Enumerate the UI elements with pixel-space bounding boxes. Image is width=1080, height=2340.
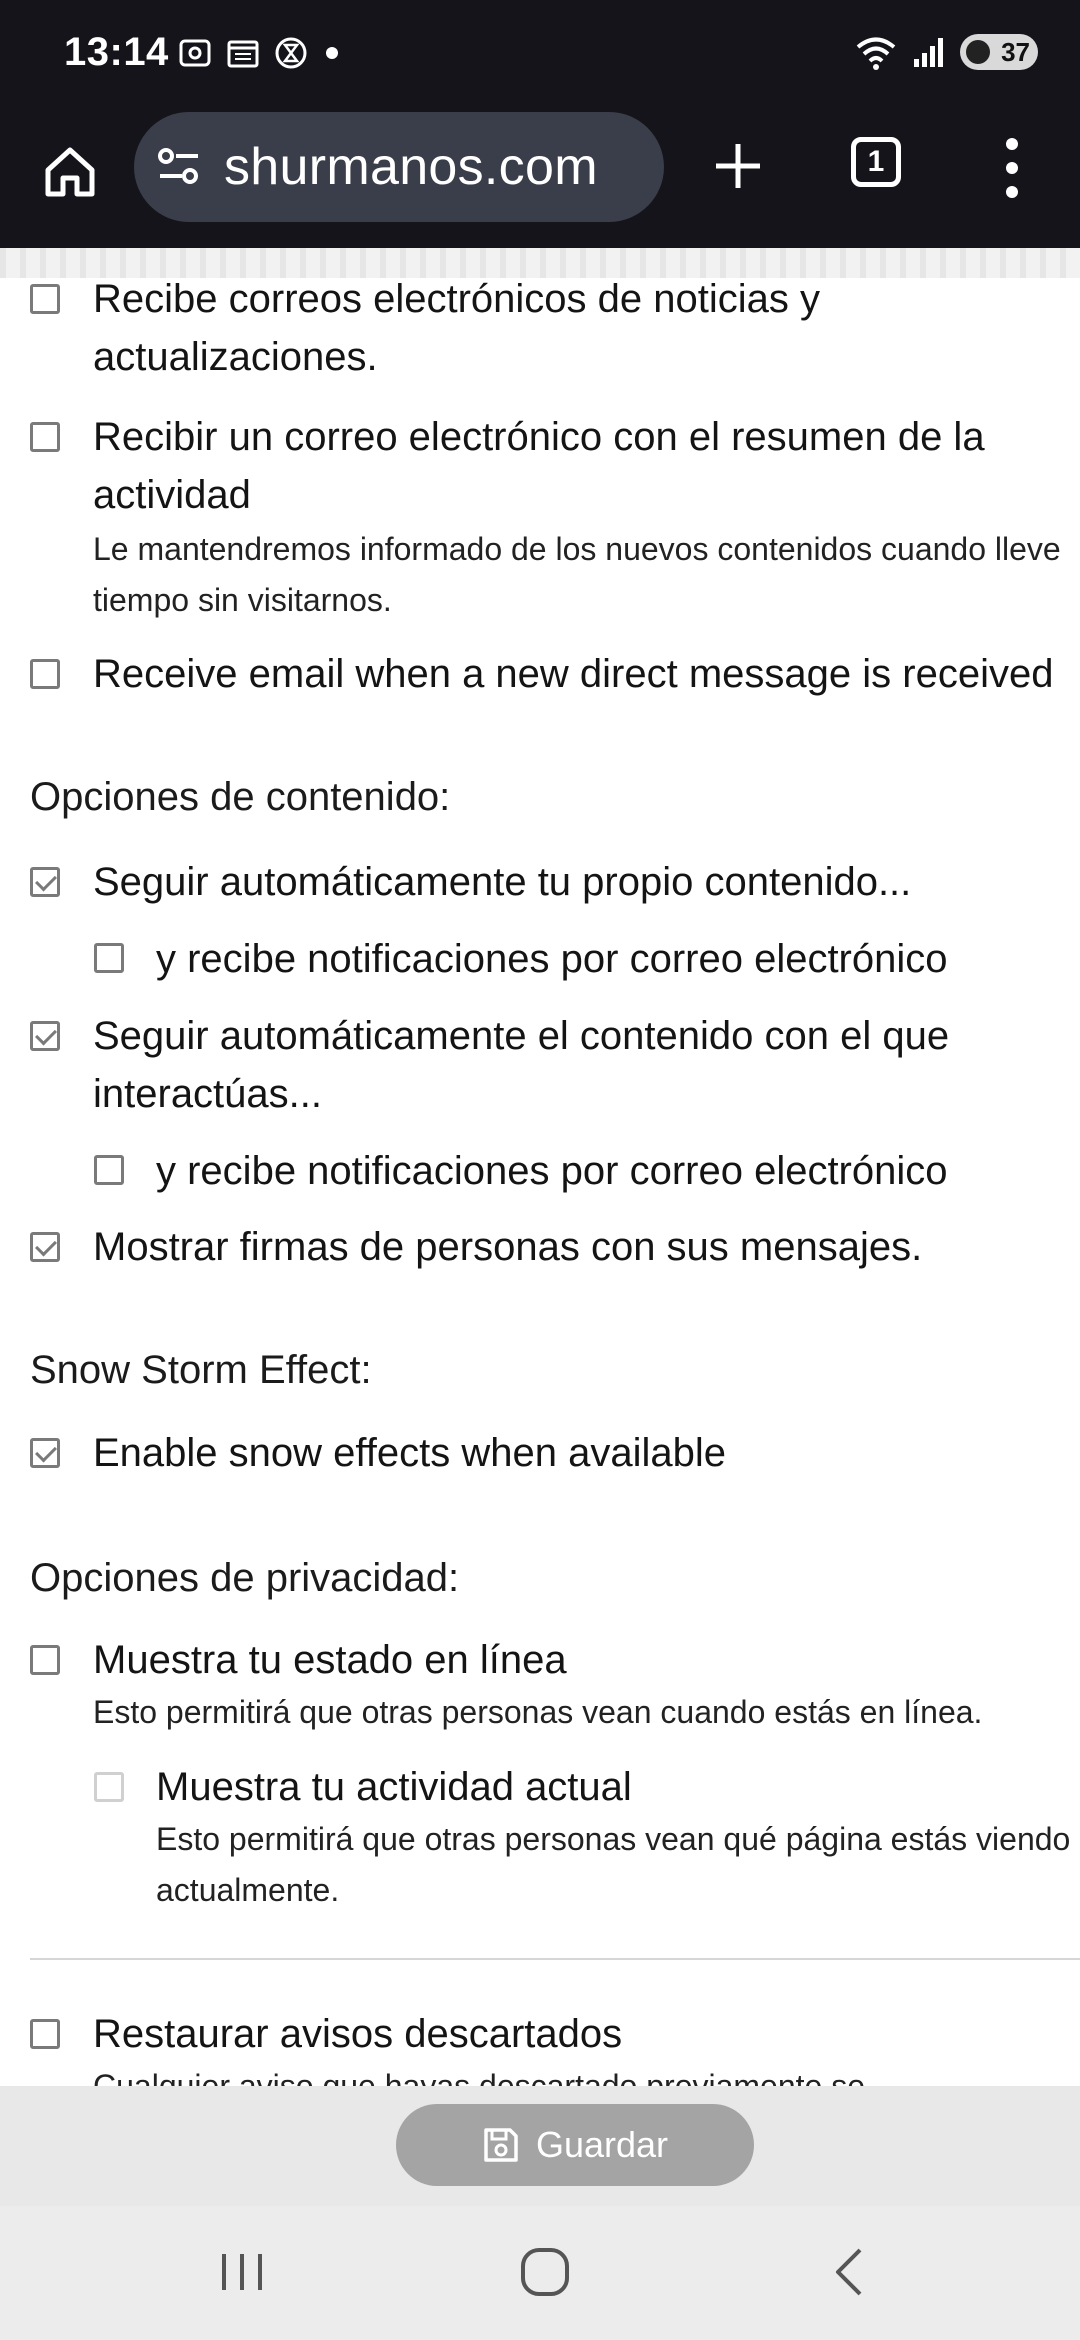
home-nav-icon[interactable] <box>517 2244 573 2300</box>
wifi-icon <box>856 37 896 70</box>
label-follow-own-content: Seguir automáticamente tu propio conteni… <box>93 860 912 904</box>
address-bar[interactable]: shurmanos.com <box>134 112 664 222</box>
home-icon[interactable] <box>40 142 100 202</box>
label-show-signatures: Mostrar firmas de personas con sus mensa… <box>93 1225 923 1269</box>
label-direct-message: Receive email when a new direct message … <box>93 652 1054 696</box>
dot-icon <box>326 47 338 59</box>
save-button-label: Guardar <box>535 2124 669 2165</box>
save-icon <box>484 2128 518 2162</box>
label-snow-effects: Enable snow effects when available <box>93 1431 727 1475</box>
label-follow-interacted-content: Seguir automáticamente el contenido con … <box>93 1014 950 1116</box>
decorative-pattern-strip <box>0 248 1080 279</box>
battery-level: 37 <box>1001 36 1030 67</box>
signal-icon <box>914 38 943 67</box>
status-notification-icons <box>178 36 342 70</box>
section-divider <box>30 1958 1080 1960</box>
checkbox-show-online-status[interactable] <box>30 1645 60 1675</box>
heading-content-options: Opciones de contenido: <box>30 775 451 819</box>
calendar-icon <box>227 40 259 68</box>
save-button[interactable]: Guardar <box>396 2104 754 2186</box>
label-restore-notices: Restaurar avisos descartados <box>93 2012 623 2056</box>
label-interacted-content-email: y recibe notificaciones por correo elect… <box>156 1149 948 1193</box>
settings-content: Recibe correos electrónicos de noticias … <box>0 278 1080 2086</box>
desc-activity-summary: Le mantendremos informado de los nuevos … <box>93 531 1061 618</box>
system-nav-bar <box>0 2206 1080 2340</box>
url-text: shurmanos.com <box>224 138 598 196</box>
status-bar: 13:14 37 <box>0 0 1080 112</box>
more-menu-icon[interactable] <box>1000 132 1024 204</box>
label-show-online-status: Muestra tu estado en línea <box>93 1638 567 1682</box>
status-right: 37 <box>854 34 1038 70</box>
checkbox-snow-effects[interactable] <box>30 1438 60 1468</box>
browser-toolbar: shurmanos.com 1 <box>0 112 1080 248</box>
label-own-content-email: y recibe notificaciones por correo elect… <box>156 937 948 981</box>
checkbox-own-content-email[interactable] <box>94 943 124 973</box>
label-news-emails: Recibe correos electrónicos de noticias … <box>93 278 821 379</box>
status-time: 13:14 <box>64 30 169 74</box>
site-settings-icon[interactable] <box>156 144 202 190</box>
desc-restore-notices: Cualquier aviso que hayas descartado pre… <box>93 2068 866 2086</box>
save-bar: Guardar <box>0 2086 1080 2206</box>
checkbox-restore-notices[interactable] <box>30 2019 60 2049</box>
checkbox-news-emails[interactable] <box>30 284 60 314</box>
battery-saver-icon <box>966 40 990 64</box>
desc-show-current-activity: Esto permitirá que otras personas vean q… <box>156 1821 1071 1908</box>
battery-indicator: 37 <box>960 34 1038 70</box>
checkbox-direct-message[interactable] <box>30 659 60 689</box>
label-show-current-activity: Muestra tu actividad actual <box>156 1765 632 1809</box>
checkbox-show-signatures[interactable] <box>30 1232 60 1262</box>
tab-switcher-button[interactable]: 1 <box>851 137 901 187</box>
checkbox-follow-own-content[interactable] <box>30 867 60 897</box>
checkbox-follow-interacted-content[interactable] <box>30 1021 60 1051</box>
label-activity-summary: Recibir un correo electrónico con el res… <box>93 415 985 517</box>
hourglass-icon <box>275 37 307 69</box>
desc-show-online-status: Esto permitirá que otras personas vean c… <box>93 1694 983 1730</box>
screenshot-icon <box>179 39 211 67</box>
back-icon[interactable] <box>822 2244 878 2300</box>
heading-privacy-options: Opciones de privacidad: <box>30 1556 460 1600</box>
recent-apps-icon[interactable] <box>216 2246 268 2298</box>
checkbox-show-current-activity[interactable] <box>94 1772 124 1802</box>
heading-snow-storm: Snow Storm Effect: <box>30 1348 372 1392</box>
new-tab-icon[interactable] <box>708 136 768 196</box>
checkbox-interacted-content-email[interactable] <box>94 1155 124 1185</box>
checkbox-activity-summary[interactable] <box>30 422 60 452</box>
